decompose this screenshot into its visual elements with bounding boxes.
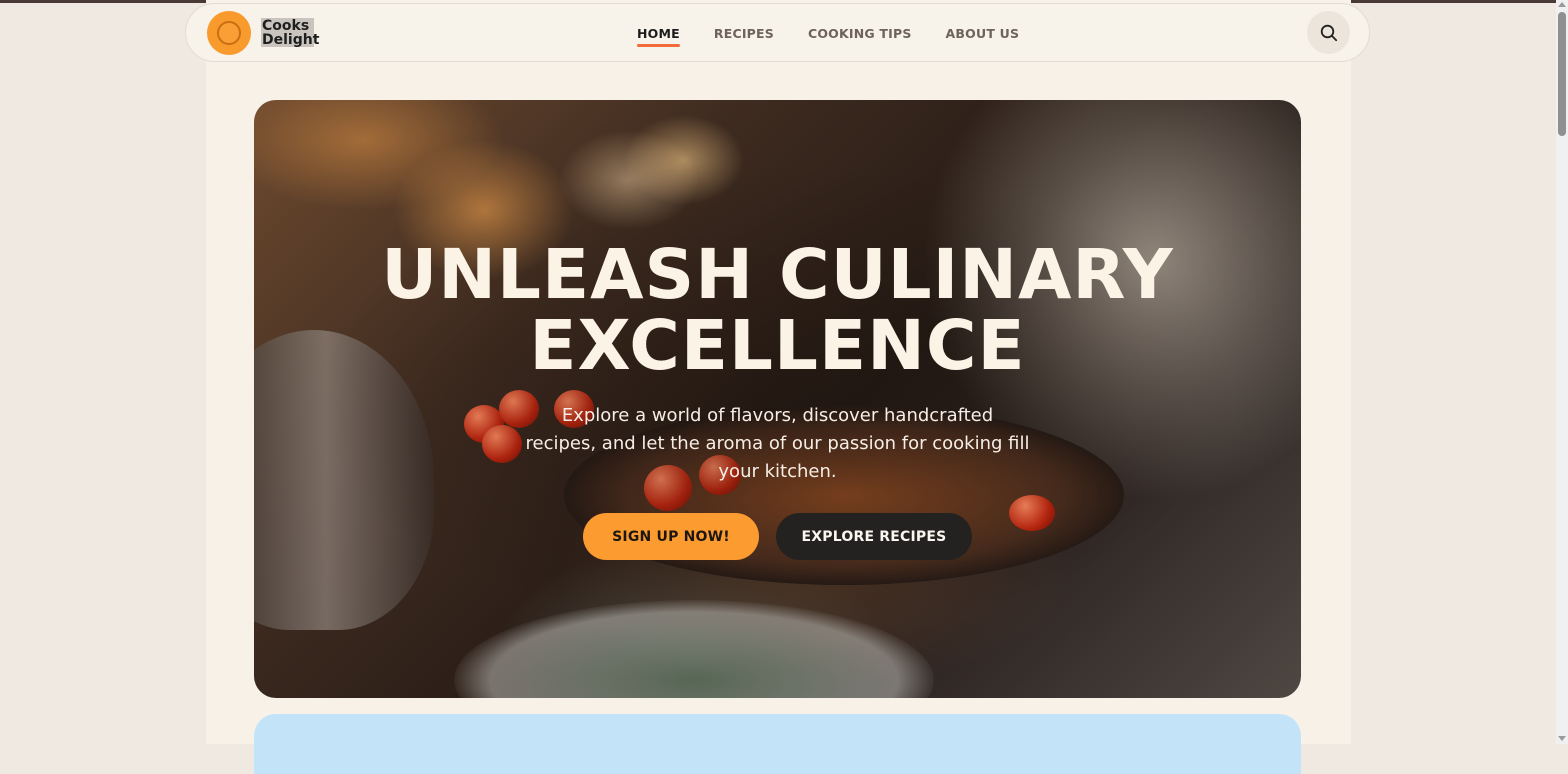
brand-name[interactable]: Cooks Delight [261, 18, 320, 48]
hero-title-line2: EXCELLENCE [529, 306, 1026, 386]
logo-inner-ring [217, 21, 241, 45]
explore-recipes-button[interactable]: EXPLORE RECIPES [776, 513, 972, 560]
page-scrollbar[interactable] [1556, 0, 1568, 744]
hero-subtitle: Explore a world of flavors, discover han… [525, 405, 1030, 482]
nav-item-home[interactable]: HOME [637, 26, 680, 47]
nav-item-recipes[interactable]: RECIPES [714, 26, 774, 41]
hero-banner: UNLEASH CULINARY EXCELLENCE Explore a wo… [254, 100, 1301, 698]
search-button[interactable] [1307, 11, 1350, 54]
hero-title-line1: UNLEASH CULINARY [381, 235, 1174, 315]
brand-name-line2: Delight [262, 32, 320, 48]
scroll-up-arrow-icon[interactable] [1558, 2, 1566, 7]
site-header: Cooks Delight HOME RECIPES COOKING TIPS … [185, 3, 1370, 62]
brand-name-line1: Cooks [262, 18, 310, 34]
hero-text-shade [254, 100, 1301, 698]
hero-title: UNLEASH CULINARY EXCELLENCE [254, 240, 1301, 382]
scroll-down-arrow-icon[interactable] [1558, 736, 1566, 741]
search-icon [1320, 24, 1337, 41]
sign-up-button[interactable]: SIGN UP NOW! [583, 513, 759, 560]
next-section-preview [254, 714, 1301, 774]
scrollbar-thumb[interactable] [1558, 12, 1566, 136]
nav-item-about-us[interactable]: ABOUT US [946, 26, 1020, 41]
brand-logo-icon[interactable] [207, 11, 251, 55]
main-nav: HOME RECIPES COOKING TIPS ABOUT US [637, 4, 1053, 63]
nav-item-cooking-tips[interactable]: COOKING TIPS [808, 26, 912, 41]
